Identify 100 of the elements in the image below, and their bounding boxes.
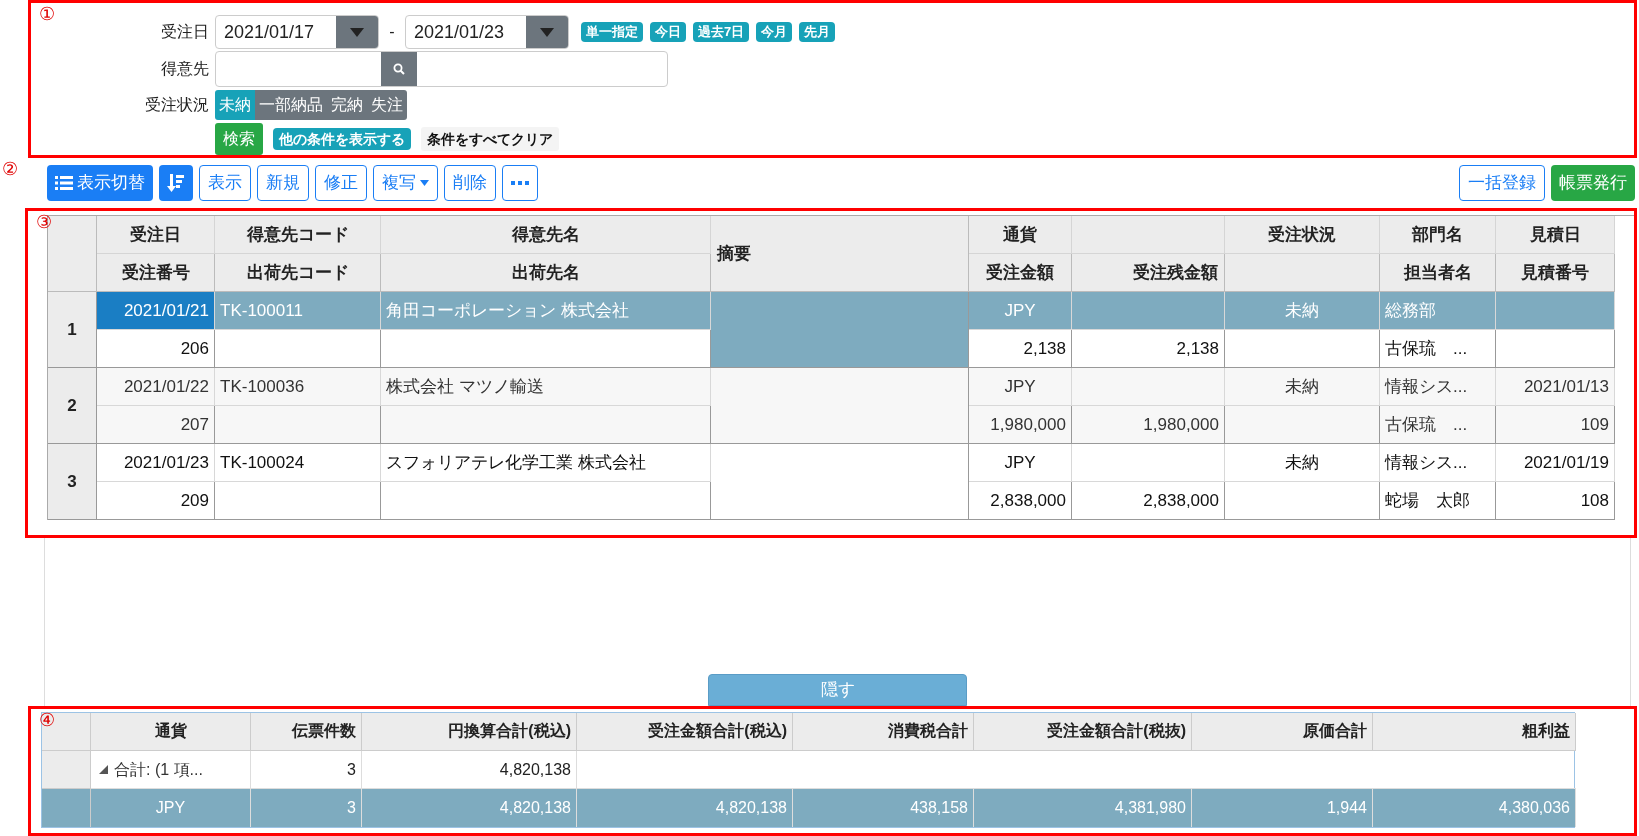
toolbar-button[interactable]: 表示 bbox=[199, 165, 251, 201]
dropdown-icon bbox=[350, 27, 364, 37]
table-cell: 古保琉 ... bbox=[1380, 330, 1496, 368]
table-cell: 2,138 bbox=[969, 330, 1072, 368]
toolbar-button[interactable]: 一括登録 bbox=[1459, 165, 1545, 201]
status-option[interactable]: 失注 bbox=[367, 90, 407, 120]
column-header: 伝票件数 bbox=[251, 713, 362, 751]
more-conditions-button[interactable]: 他の条件を表示する bbox=[273, 128, 411, 150]
row-number: 1 bbox=[48, 292, 97, 368]
table-cell: 未納 bbox=[1225, 292, 1380, 330]
table-cell: 古保琉 ... bbox=[1380, 406, 1496, 444]
table-cell: 2021/01/23 bbox=[97, 444, 215, 482]
table-cell: 2021/01/22 bbox=[97, 368, 215, 406]
search-button[interactable] bbox=[381, 52, 417, 86]
list-icon bbox=[55, 175, 73, 191]
column-header: 見積番号 bbox=[1496, 254, 1615, 292]
table-cell: JPY bbox=[91, 789, 251, 827]
field-label: 得意先 bbox=[160, 59, 210, 79]
toolbar-button[interactable]: 新規 bbox=[257, 165, 309, 201]
table-cell: 蛇場 太郎 bbox=[1380, 482, 1496, 520]
table-cell: 未納 bbox=[1225, 368, 1380, 406]
column-header: 受注金額合計(税抜) bbox=[974, 713, 1192, 751]
table-cell: 2021/01/21 bbox=[97, 292, 215, 330]
toolbar-button[interactable]: 修正 bbox=[315, 165, 367, 201]
table-cell: 2021/01/19 bbox=[1496, 444, 1615, 482]
table-cell: 206 bbox=[97, 330, 215, 368]
status-option[interactable]: 完納 bbox=[327, 90, 367, 120]
hide-tab[interactable]: 隠す bbox=[708, 674, 967, 706]
table-cell: 1,980,000 bbox=[969, 406, 1072, 444]
status-option[interactable]: 未納 bbox=[215, 90, 255, 120]
group-label: 合計: (1 項... bbox=[114, 759, 203, 780]
column-header: 円換算合計(税込) bbox=[362, 713, 577, 751]
column-header: 担当者名 bbox=[1380, 254, 1496, 292]
table-cell: 2,838,000 bbox=[969, 482, 1072, 520]
column-header: 粗利益 bbox=[1373, 713, 1576, 751]
column-header: 通貨 bbox=[969, 216, 1072, 254]
row-header-cell bbox=[42, 751, 91, 789]
copy-button[interactable]: 複写 bbox=[373, 165, 438, 201]
quick-date-button[interactable]: 今日 bbox=[650, 22, 686, 42]
table-cell: 207 bbox=[97, 406, 215, 444]
table-cell: JPY bbox=[969, 292, 1072, 330]
more-icon bbox=[511, 181, 529, 185]
row-number: 3 bbox=[48, 444, 97, 520]
corner-cell bbox=[42, 713, 91, 751]
table-cell: 1,980,000 bbox=[1072, 406, 1225, 444]
column-header: 受注番号 bbox=[97, 254, 215, 292]
column-header: 出荷先コード bbox=[215, 254, 381, 292]
table-cell: JPY bbox=[969, 368, 1072, 406]
table-cell: TK-100024 bbox=[215, 444, 381, 482]
table-cell: 角田コーポレーション 株式会社 bbox=[381, 292, 711, 330]
customer-search-field[interactable] bbox=[215, 51, 668, 87]
table-cell: 情報シス... bbox=[1380, 368, 1496, 406]
status-option[interactable]: 一部納品 bbox=[255, 90, 327, 120]
search-button[interactable]: 検索 bbox=[215, 123, 263, 155]
table-cell: JPY bbox=[969, 444, 1072, 482]
clear-conditions-button[interactable]: 条件をすべてクリア bbox=[421, 127, 559, 151]
column-header: 得意先コード bbox=[215, 216, 381, 254]
table-cell: 4,380,036 bbox=[1373, 789, 1576, 827]
table-cell: 未納 bbox=[1225, 444, 1380, 482]
date-field[interactable]: 2021/01/23 bbox=[405, 15, 569, 49]
table-cell: 109 bbox=[1496, 406, 1615, 444]
table-cell: 209 bbox=[97, 482, 215, 520]
table-cell: 4,381,980 bbox=[974, 789, 1192, 827]
table-cell: 4,820,138 bbox=[362, 789, 577, 827]
row-number: 2 bbox=[48, 368, 97, 444]
annotation-number: ④ bbox=[39, 711, 55, 729]
table-cell: 2021/01/13 bbox=[1496, 368, 1615, 406]
dropdown-icon bbox=[540, 27, 554, 37]
table-cell: 情報シス... bbox=[1380, 444, 1496, 482]
quick-date-button[interactable]: 単一指定 bbox=[581, 22, 643, 42]
field-label: 受注日 bbox=[160, 22, 210, 42]
annotation-number: ② bbox=[2, 160, 18, 178]
column-header: 受注金額 bbox=[969, 254, 1072, 292]
column-header: 原価合計 bbox=[1192, 713, 1373, 751]
column-header: 部門名 bbox=[1380, 216, 1496, 254]
table-cell: 2,138 bbox=[1072, 330, 1225, 368]
date-field[interactable]: 2021/01/17 bbox=[215, 15, 379, 49]
table-cell: 3 bbox=[251, 789, 362, 827]
sort-icon bbox=[167, 173, 185, 193]
more-button[interactable] bbox=[502, 165, 538, 201]
quick-date-button[interactable]: 今月 bbox=[756, 22, 793, 42]
table-cell: TK-100011 bbox=[215, 292, 381, 330]
column-header: 見積日 bbox=[1496, 216, 1615, 254]
column-header: 出荷先名 bbox=[381, 254, 711, 292]
sort-button[interactable] bbox=[159, 165, 193, 201]
column-header: 消費税合計 bbox=[793, 713, 974, 751]
table-cell: 1,944 bbox=[1192, 789, 1373, 827]
report-button[interactable]: 帳票発行 bbox=[1551, 165, 1635, 201]
table-cell: TK-100036 bbox=[215, 368, 381, 406]
column-header: 受注残金額 bbox=[1072, 254, 1225, 292]
view-toggle-button[interactable]: 表示切替 bbox=[47, 165, 153, 201]
range-separator: - bbox=[388, 22, 396, 42]
toolbar-button[interactable]: 削除 bbox=[444, 165, 496, 201]
table-cell: 2,838,000 bbox=[1072, 482, 1225, 520]
quick-date-button[interactable]: 過去7日 bbox=[693, 22, 750, 42]
caret-icon bbox=[420, 180, 429, 186]
quick-date-button[interactable]: 先月 bbox=[799, 22, 836, 42]
table-cell: スフォリアテレ化学工業 株式会社 bbox=[381, 444, 711, 482]
column-header: 受注日 bbox=[97, 216, 215, 254]
column-header: 受注金額合計(税込) bbox=[577, 713, 793, 751]
